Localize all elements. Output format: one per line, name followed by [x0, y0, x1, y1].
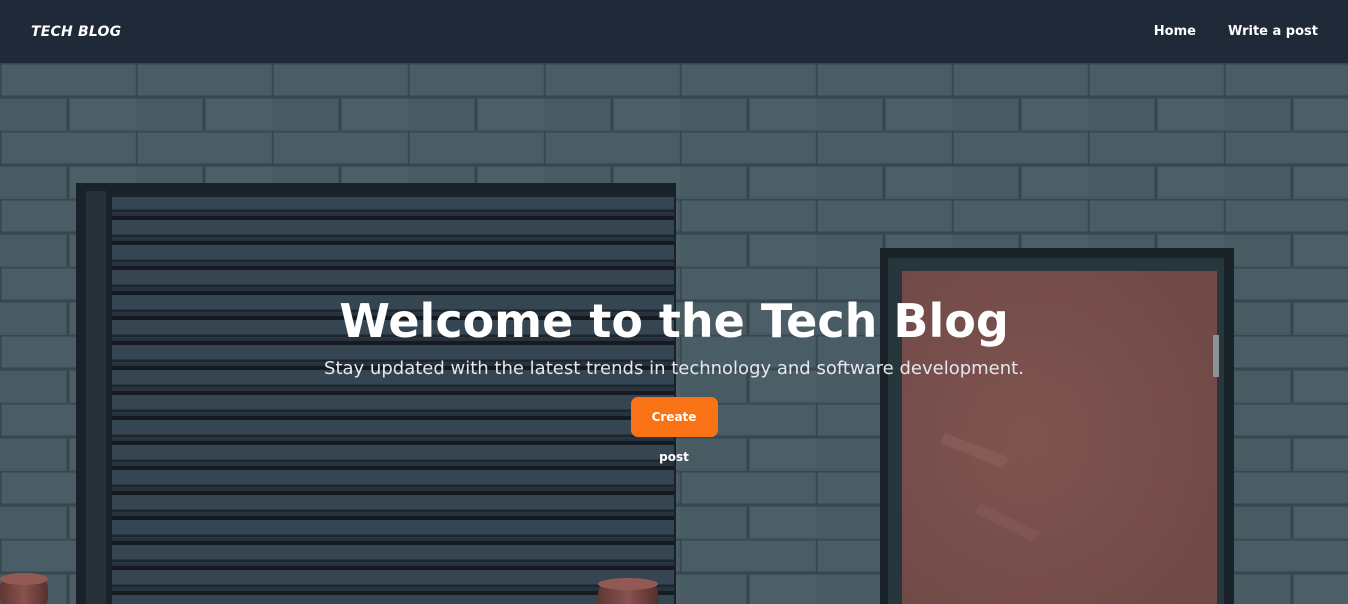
brand-logo-link[interactable]: TECH BLOG — [31, 24, 121, 40]
nav-link-write-post[interactable]: Write a post — [1228, 24, 1318, 39]
nav-links: Home Write a post — [1154, 24, 1318, 39]
nav-link-home[interactable]: Home — [1154, 24, 1196, 39]
hero-section: Welcome to the Tech Blog Stay updated wi… — [0, 63, 1348, 604]
hero-title: Welcome to the Tech Blog — [339, 294, 1009, 348]
hero-subtitle: Stay updated with the latest trends in t… — [324, 358, 1024, 379]
hero-content: Welcome to the Tech Blog Stay updated wi… — [0, 291, 1348, 465]
navbar: TECH BLOG Home Write a post — [0, 0, 1348, 63]
create-post-button[interactable]: Create post — [630, 397, 718, 464]
